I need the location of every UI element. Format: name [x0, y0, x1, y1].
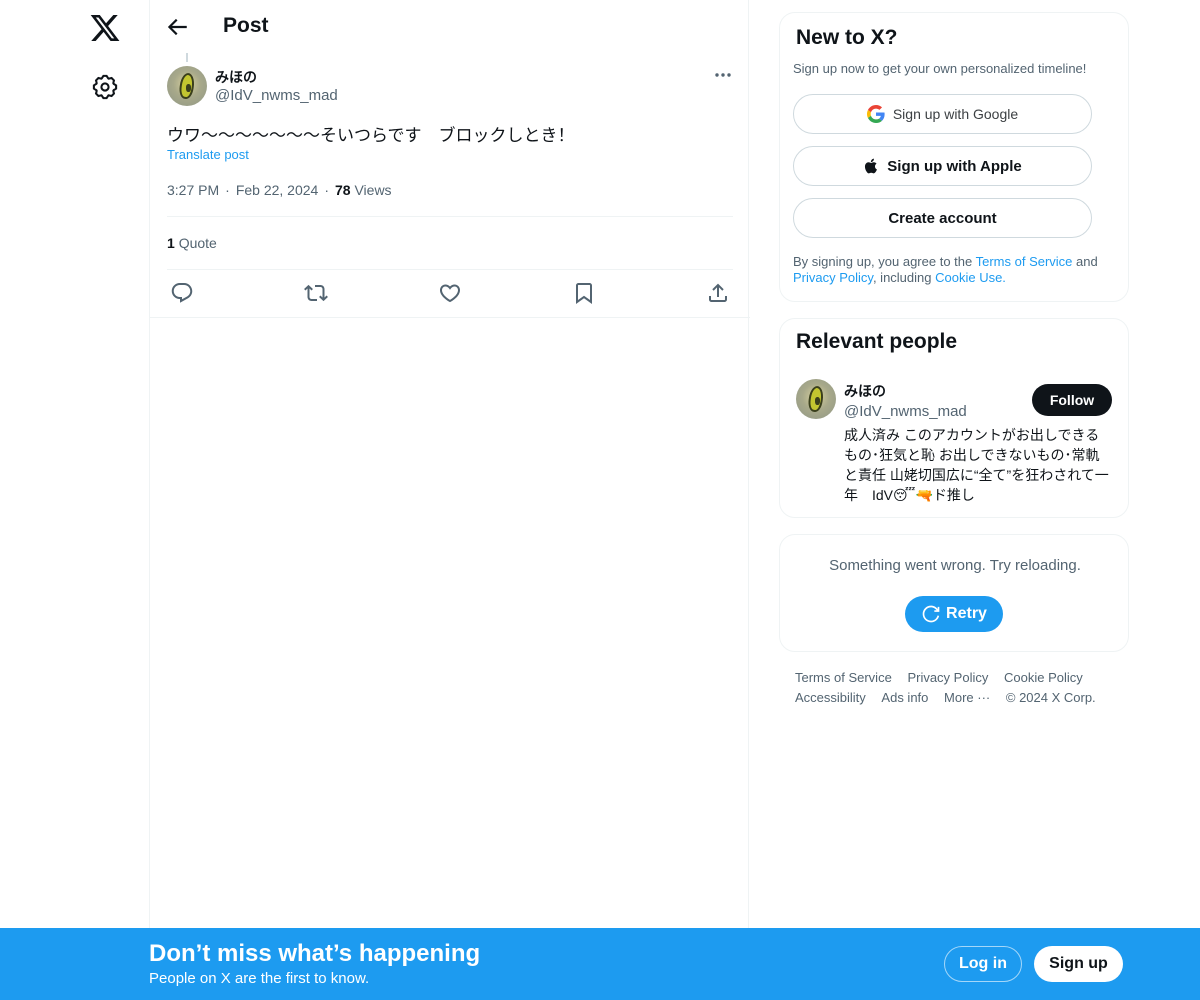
meta-separator: ·: [324, 182, 329, 198]
bottom-banner: Don’t miss what’s happening People on X …: [0, 928, 1200, 1000]
header: Post: [150, 0, 750, 53]
footer-link-terms[interactable]: Terms of Service: [795, 668, 892, 688]
post-text: ウワ〜〜〜〜〜〜〜そいつらです ブロックしとき！: [167, 126, 575, 145]
author-handle[interactable]: @IdV_nwms_mad: [215, 87, 338, 104]
banner-subtitle: People on X are the first to know.: [149, 970, 370, 987]
avatar[interactable]: [167, 66, 207, 106]
signup-card-subtitle: Sign up now to get your own personalized…: [793, 61, 1087, 76]
post-date[interactable]: Feb 22, 2024: [236, 182, 319, 198]
copyright: © 2024 X Corp.: [1005, 690, 1096, 705]
quote-label: Quote: [178, 235, 217, 251]
sign-up-google-button[interactable]: Sign up with Google: [793, 94, 1092, 134]
cookie-use-link[interactable]: Cookie Use.: [935, 270, 1006, 285]
footer-link-accessibility[interactable]: Accessibility: [795, 688, 866, 708]
post-time[interactable]: 3:27 PM: [167, 182, 219, 198]
retry-button[interactable]: Retry: [905, 596, 1003, 632]
legal-including: , including: [872, 270, 936, 285]
avatar[interactable]: [796, 379, 836, 419]
share-icon[interactable]: [706, 281, 730, 305]
thread-line: [186, 53, 188, 62]
legal-and: and: [1072, 254, 1098, 269]
main-column: Post みほの @IdV_nwms_mad ウワ〜〜〜〜〜〜〜そいつらです ブ…: [149, 0, 750, 1000]
divider: [167, 216, 733, 217]
meta-separator: ·: [225, 182, 230, 198]
legal-text: By signing up, you agree to the Terms of…: [793, 254, 1113, 286]
privacy-policy-link[interactable]: Privacy Policy: [793, 270, 873, 285]
person-handle[interactable]: @IdV_nwms_mad: [844, 403, 967, 420]
person-bio: 成人済み このアカウントがお出しできるもの･狂気と恥 お出しできないもの･常軌と…: [844, 427, 1109, 503]
footer-links: Terms of Service Privacy Policy Cookie P…: [795, 668, 1115, 708]
sign-up-apple-button[interactable]: Sign up with Apple: [793, 146, 1092, 186]
person-name[interactable]: みほの: [844, 381, 886, 401]
refresh-icon: [922, 605, 940, 623]
footer-link-more[interactable]: More ···: [944, 688, 990, 708]
like-icon[interactable]: [438, 281, 462, 305]
signup-card: New to X? Sign up now to get your own pe…: [779, 12, 1129, 302]
sign-up-apple-label: Sign up with Apple: [887, 157, 1022, 175]
views-count: 78: [335, 182, 351, 198]
bookmark-icon[interactable]: [572, 281, 596, 305]
footer-link-privacy[interactable]: Privacy Policy: [907, 668, 988, 688]
arrow-left-icon[interactable]: [164, 14, 190, 40]
gear-icon[interactable]: [92, 74, 118, 100]
follow-button[interactable]: Follow: [1032, 384, 1112, 416]
retry-label: Retry: [946, 605, 987, 622]
error-card: Something went wrong. Try reloading. Ret…: [779, 534, 1129, 652]
divider: [167, 269, 733, 270]
x-logo-icon[interactable]: [89, 12, 121, 44]
google-icon: [866, 105, 885, 123]
sign-up-google-label: Sign up with Google: [892, 106, 1019, 122]
views-label: Views: [354, 182, 392, 198]
page-title: Post: [223, 14, 269, 37]
footer-link-cookie[interactable]: Cookie Policy: [1004, 668, 1083, 688]
reply-icon[interactable]: [170, 281, 194, 305]
divider: [150, 317, 750, 318]
error-message: Something went wrong. Try reloading.: [829, 557, 1081, 574]
legal-prefix: By signing up, you agree to the: [793, 254, 976, 269]
signup-card-title: New to X?: [796, 26, 898, 49]
relevant-people-card: Relevant people みほの @IdV_nwms_mad Follow…: [779, 318, 1129, 518]
more-options-icon[interactable]: [712, 66, 734, 84]
log-in-button[interactable]: Log in: [944, 946, 1022, 982]
translate-post-link[interactable]: Translate post: [167, 147, 249, 162]
sign-up-button[interactable]: Sign up: [1034, 946, 1123, 982]
author-name[interactable]: みほの: [215, 67, 257, 87]
create-account-button[interactable]: Create account: [793, 198, 1092, 238]
repost-icon[interactable]: [304, 281, 328, 305]
relevant-people-title: Relevant people: [796, 330, 958, 353]
quote-count: 1: [167, 235, 175, 251]
terms-of-service-link[interactable]: Terms of Service: [976, 254, 1073, 269]
post-meta: 3:27 PM · Feb 22, 2024 · 78 Views: [167, 182, 392, 198]
left-nav: [0, 0, 150, 1000]
apple-icon: [865, 158, 878, 174]
footer-link-ads-info[interactable]: Ads info: [881, 688, 928, 708]
banner-title: Don’t miss what’s happening: [149, 940, 481, 967]
quotes-link[interactable]: 1 Quote: [167, 235, 217, 251]
